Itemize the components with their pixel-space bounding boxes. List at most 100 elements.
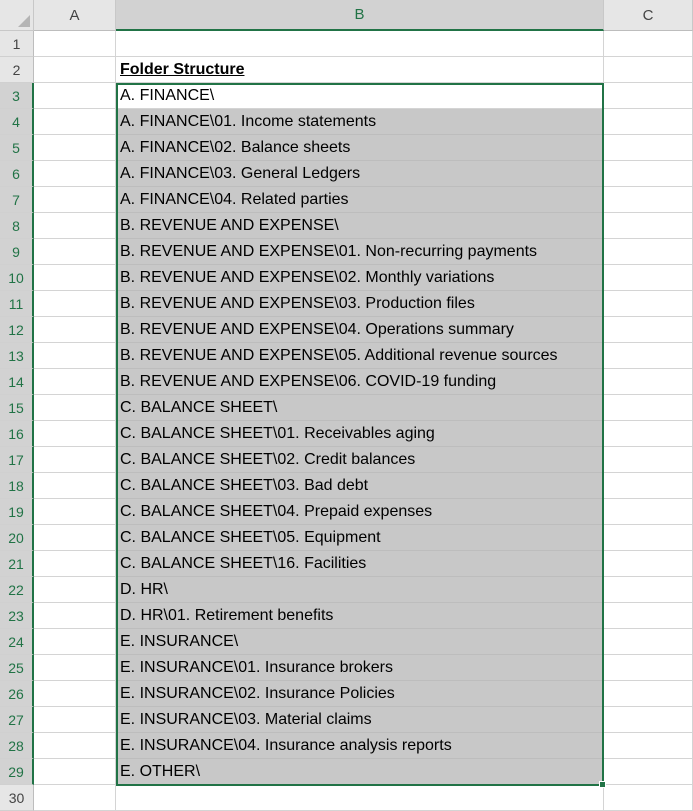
select-all-corner[interactable] <box>0 0 34 31</box>
cell-b21[interactable]: C. BALANCE SHEET\16. Facilities <box>116 551 604 577</box>
column-header-b[interactable]: B <box>116 0 604 31</box>
cell-a7[interactable] <box>34 187 116 213</box>
cell-a19[interactable] <box>34 499 116 525</box>
cell-c12[interactable] <box>604 317 693 343</box>
row-header-22[interactable]: 22 <box>0 577 34 603</box>
cell-a17[interactable] <box>34 447 116 473</box>
cell-c23[interactable] <box>604 603 693 629</box>
cell-b28[interactable]: E. INSURANCE\04. Insurance analysis repo… <box>116 733 604 759</box>
cell-c28[interactable] <box>604 733 693 759</box>
cell-b30[interactable] <box>116 785 604 811</box>
row-header-6[interactable]: 6 <box>0 161 34 187</box>
row-header-18[interactable]: 18 <box>0 473 34 499</box>
cell-c19[interactable] <box>604 499 693 525</box>
fill-handle[interactable] <box>599 781 606 788</box>
cell-a22[interactable] <box>34 577 116 603</box>
cell-c30[interactable] <box>604 785 693 811</box>
cell-b20[interactable]: C. BALANCE SHEET\05. Equipment <box>116 525 604 551</box>
cell-b14[interactable]: B. REVENUE AND EXPENSE\06. COVID-19 fund… <box>116 369 604 395</box>
row-header-3[interactable]: 3 <box>0 83 34 109</box>
row-header-2[interactable]: 2 <box>0 57 34 83</box>
cell-a16[interactable] <box>34 421 116 447</box>
cell-c10[interactable] <box>604 265 693 291</box>
row-header-20[interactable]: 20 <box>0 525 34 551</box>
cell-b1[interactable] <box>116 31 604 57</box>
cell-b9[interactable]: B. REVENUE AND EXPENSE\01. Non-recurring… <box>116 239 604 265</box>
cell-b8[interactable]: B. REVENUE AND EXPENSE\ <box>116 213 604 239</box>
cell-a2[interactable] <box>34 57 116 83</box>
row-header-4[interactable]: 4 <box>0 109 34 135</box>
cell-c7[interactable] <box>604 187 693 213</box>
cell-a3[interactable] <box>34 83 116 109</box>
cell-a24[interactable] <box>34 629 116 655</box>
cell-b11[interactable]: B. REVENUE AND EXPENSE\03. Production fi… <box>116 291 604 317</box>
column-header-c[interactable]: C <box>604 0 693 31</box>
row-header-25[interactable]: 25 <box>0 655 34 681</box>
cell-c24[interactable] <box>604 629 693 655</box>
cell-b19[interactable]: C. BALANCE SHEET\04. Prepaid expenses <box>116 499 604 525</box>
cell-c13[interactable] <box>604 343 693 369</box>
cell-a14[interactable] <box>34 369 116 395</box>
cell-a21[interactable] <box>34 551 116 577</box>
cell-b13[interactable]: B. REVENUE AND EXPENSE\05. Additional re… <box>116 343 604 369</box>
cell-c20[interactable] <box>604 525 693 551</box>
cell-a11[interactable] <box>34 291 116 317</box>
row-header-23[interactable]: 23 <box>0 603 34 629</box>
cell-b18[interactable]: C. BALANCE SHEET\03. Bad debt <box>116 473 604 499</box>
cell-c9[interactable] <box>604 239 693 265</box>
cell-a15[interactable] <box>34 395 116 421</box>
row-header-16[interactable]: 16 <box>0 421 34 447</box>
cell-c2[interactable] <box>604 57 693 83</box>
cell-c11[interactable] <box>604 291 693 317</box>
row-header-19[interactable]: 19 <box>0 499 34 525</box>
cell-c29[interactable] <box>604 759 693 785</box>
cell-c15[interactable] <box>604 395 693 421</box>
cell-b15[interactable]: C. BALANCE SHEET\ <box>116 395 604 421</box>
cell-a29[interactable] <box>34 759 116 785</box>
cell-c14[interactable] <box>604 369 693 395</box>
cell-b4[interactable]: A. FINANCE\01. Income statements <box>116 109 604 135</box>
cell-b22[interactable]: D. HR\ <box>116 577 604 603</box>
cell-a25[interactable] <box>34 655 116 681</box>
cell-b23[interactable]: D. HR\01. Retirement benefits <box>116 603 604 629</box>
row-header-9[interactable]: 9 <box>0 239 34 265</box>
cell-c6[interactable] <box>604 161 693 187</box>
cell-b17[interactable]: C. BALANCE SHEET\02. Credit balances <box>116 447 604 473</box>
cell-c3[interactable] <box>604 83 693 109</box>
row-header-13[interactable]: 13 <box>0 343 34 369</box>
row-header-14[interactable]: 14 <box>0 369 34 395</box>
cell-a26[interactable] <box>34 681 116 707</box>
row-header-21[interactable]: 21 <box>0 551 34 577</box>
cell-c1[interactable] <box>604 31 693 57</box>
cell-b26[interactable]: E. INSURANCE\02. Insurance Policies <box>116 681 604 707</box>
row-header-8[interactable]: 8 <box>0 213 34 239</box>
cell-c25[interactable] <box>604 655 693 681</box>
row-header-15[interactable]: 15 <box>0 395 34 421</box>
row-header-27[interactable]: 27 <box>0 707 34 733</box>
cell-b10[interactable]: B. REVENUE AND EXPENSE\02. Monthly varia… <box>116 265 604 291</box>
cell-a5[interactable] <box>34 135 116 161</box>
row-header-10[interactable]: 10 <box>0 265 34 291</box>
cell-a6[interactable] <box>34 161 116 187</box>
cell-a20[interactable] <box>34 525 116 551</box>
cell-c8[interactable] <box>604 213 693 239</box>
cell-a30[interactable] <box>34 785 116 811</box>
row-header-7[interactable]: 7 <box>0 187 34 213</box>
cell-a23[interactable] <box>34 603 116 629</box>
cell-a27[interactable] <box>34 707 116 733</box>
cell-b29[interactable]: E. OTHER\ <box>116 759 604 785</box>
cell-a18[interactable] <box>34 473 116 499</box>
cell-c18[interactable] <box>604 473 693 499</box>
cell-b16[interactable]: C. BALANCE SHEET\01. Receivables aging <box>116 421 604 447</box>
cell-c5[interactable] <box>604 135 693 161</box>
cell-b12[interactable]: B. REVENUE AND EXPENSE\04. Operations su… <box>116 317 604 343</box>
cell-a13[interactable] <box>34 343 116 369</box>
cell-b5[interactable]: A. FINANCE\02. Balance sheets <box>116 135 604 161</box>
cell-b25[interactable]: E. INSURANCE\01. Insurance brokers <box>116 655 604 681</box>
row-header-30[interactable]: 30 <box>0 785 34 811</box>
cell-b27[interactable]: E. INSURANCE\03. Material claims <box>116 707 604 733</box>
row-header-17[interactable]: 17 <box>0 447 34 473</box>
cell-a28[interactable] <box>34 733 116 759</box>
cell-b24[interactable]: E. INSURANCE\ <box>116 629 604 655</box>
row-header-24[interactable]: 24 <box>0 629 34 655</box>
